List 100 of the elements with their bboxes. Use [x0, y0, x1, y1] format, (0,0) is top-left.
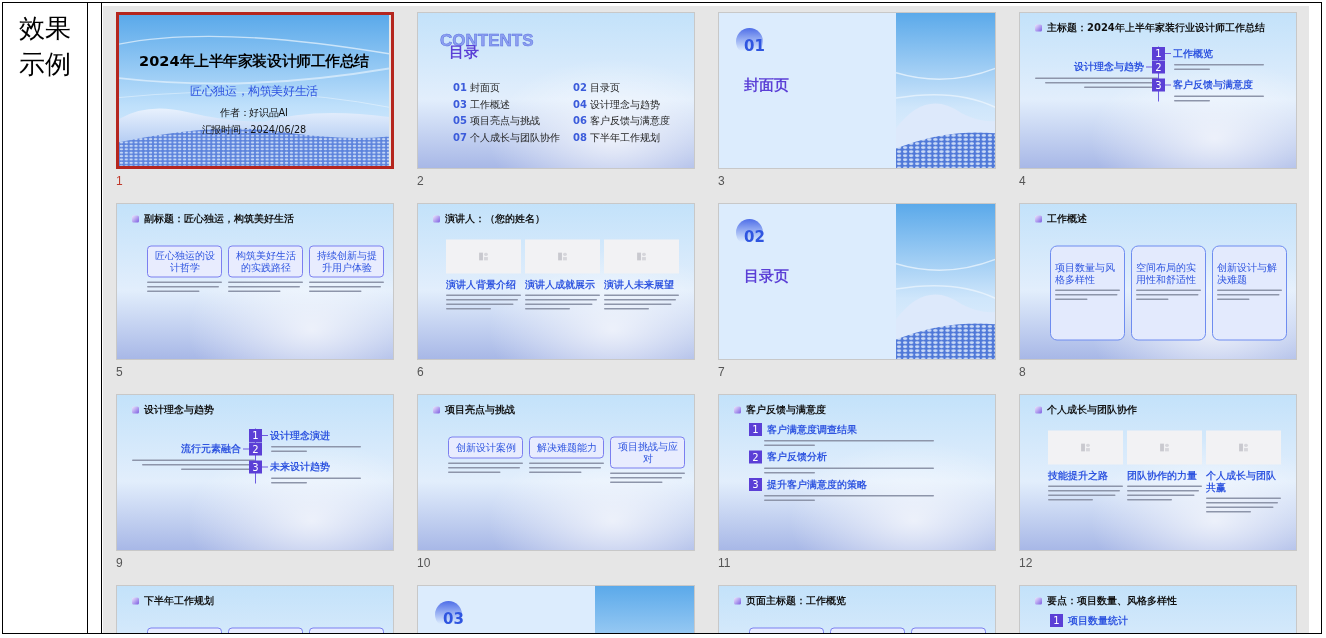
step-number: 1: [1152, 46, 1165, 60]
cube-icon: [433, 406, 440, 414]
slide-number: 12: [1019, 555, 1033, 571]
section-title: 目录页: [744, 265, 789, 286]
toc-entry: 07 个人成长与团队协作: [453, 130, 562, 144]
card-heading: 技能提升之路: [1048, 469, 1109, 482]
heading-card: 创新设计案例: [448, 436, 523, 459]
step-number: 3: [1152, 78, 1165, 92]
timeline-heading: 设计理念与趋势: [1074, 60, 1144, 74]
step-number: 2: [1152, 60, 1165, 74]
toc-entry: 08 下半年工作规划: [573, 130, 662, 144]
toc-entry: 03 工作概述: [453, 97, 512, 111]
slide-thumbnail[interactable]: 要点：项目数量、风格多样性 1 项目数量统计: [1019, 585, 1297, 633]
slide-subtitle: 匠心独运，构筑美好生活: [189, 83, 319, 99]
slide-thumbnail[interactable]: 副标题：匠心独运，构筑美好生活 匠心独运的设计哲学 构筑美好生活的实践路径 持续创新与提升用户体验: [116, 203, 394, 360]
slide-thumbnail[interactable]: 个人成长与团队协作 技能提升之路 团队协作的力量 个人成长与团队共赢: [1019, 394, 1297, 551]
slide-thumbnail[interactable]: 演讲人：（您的姓名） 演讲人背景介绍 演讲人成就展示 演讲人未来展望: [417, 203, 695, 360]
list-heading: 客户反馈分析: [767, 450, 827, 464]
card-heading: 创新设计与解决难题: [1217, 261, 1278, 286]
cube-icon: [734, 597, 741, 605]
card-heading: 演讲人背景介绍: [446, 278, 517, 291]
cube-icon: [1035, 406, 1042, 414]
slide-thumbnail[interactable]: 页面主标题：工作概览: [718, 585, 996, 633]
step-number: 1: [749, 422, 762, 436]
slide-number: 8: [1019, 364, 1026, 380]
image-placeholder-icon: [1080, 442, 1091, 453]
timeline-heading: 未来设计趋势: [270, 460, 330, 474]
timeline-heading: 工作概览: [1173, 46, 1213, 60]
slide-thumbnail[interactable]: 01 封面页: [718, 12, 996, 169]
cube-icon: [1035, 597, 1042, 605]
toc-entry: 06 客户反馈与满意度: [573, 114, 672, 128]
card-heading: 演讲人未来展望: [604, 278, 675, 291]
slide-number: 6: [417, 364, 424, 380]
slide-number: 4: [1019, 173, 1026, 189]
slide-number: 5: [116, 364, 123, 380]
toc-entry: 05 项目亮点与挑战: [453, 114, 542, 128]
slide-thumbnail[interactable]: 项目亮点与挑战 创新设计案例 解决难题能力 项目挑战与应对: [417, 394, 695, 551]
slide-title: 客户反馈与满意度: [746, 403, 826, 417]
image-placeholder-icon: [478, 251, 489, 262]
section-number: 01: [744, 37, 765, 55]
cube-icon: [1035, 24, 1042, 32]
toc-entry: 01 封面页: [453, 81, 502, 95]
cube-icon: [734, 406, 741, 414]
cube-icon: [433, 215, 440, 223]
slide-thumbnail[interactable]: 工作概述 项目数量与风格多样性 空间布局的实用性和舒适性 创新设计与解决难题: [1019, 203, 1297, 360]
slide-title: 要点：项目数量、风格多样性: [1047, 594, 1177, 608]
heading-card: 匠心独运的设计哲学: [147, 245, 222, 278]
heading-card: 构筑美好生活的实践路径: [228, 245, 303, 278]
cube-icon: [132, 597, 139, 605]
image-placeholder-icon: [1159, 442, 1170, 453]
heading-card: 项目挑战与应对: [610, 436, 685, 469]
slide-thumbnail[interactable]: 设计理念与趋势 流行元素融合 2 1 设计理念演进 3 未来设计趋势: [116, 394, 394, 551]
image-placeholder-icon: [557, 251, 568, 262]
slide-title: 设计理念与趋势: [144, 403, 214, 417]
slide-thumbnail[interactable]: 主标题：2024年上半年家装行业设计师工作总结 设计理念与趋势 2 1 工作概览 3 客户反馈与满意度: [1019, 12, 1297, 169]
card-heading: 项目数量与风格多样性: [1055, 261, 1116, 286]
card-heading: 演讲人成就展示: [525, 278, 596, 291]
card-heading: 团队协作的力量: [1127, 469, 1198, 482]
section-number: 03: [443, 610, 464, 628]
slide-title: 演讲人：（您的姓名）: [445, 212, 545, 226]
toc-entry: 04 设计理念与趋势: [573, 97, 662, 111]
heading-card: 持续创新与提升用户体验: [309, 245, 384, 278]
list-heading: 提升客户满意度的策略: [767, 477, 867, 491]
slide-number: 7: [718, 364, 725, 380]
slide-title: 副标题：匠心独运，构筑美好生活: [144, 212, 294, 226]
section-number: 02: [744, 228, 765, 246]
step-number: 3: [249, 460, 262, 474]
image-placeholder-icon: [1238, 442, 1249, 453]
slide-title: 个人成长与团队协作: [1047, 403, 1137, 417]
cube-icon: [132, 215, 139, 223]
slide-title: 主标题：2024年上半年家装行业设计师工作总结: [1047, 21, 1265, 35]
slide-thumbnail[interactable]: 03: [417, 585, 695, 633]
slide-number: 11: [718, 555, 731, 571]
timeline-heading: 流行元素融合: [181, 442, 241, 456]
slide-thumbnail[interactable]: 02 目录页: [718, 203, 996, 360]
slide-number: 1: [116, 173, 123, 189]
cube-icon: [1035, 215, 1042, 223]
toc-entry: 02 目录页: [573, 81, 622, 95]
slide-meta-text: 汇报时间：2024/06/28: [201, 122, 307, 136]
section-title: 封面页: [744, 74, 789, 95]
row-label: 效果示例: [19, 13, 71, 81]
list-heading: 客户满意度调查结果: [767, 422, 857, 436]
slide-thumbnail[interactable]: 2024年上半年家装设计师工作总结 匠心独运，构筑美好生活 作者：好识品AI 汇报时间：2024/06/28: [116, 12, 394, 169]
image-placeholder-icon: [636, 251, 647, 262]
step-number: 1: [1050, 613, 1063, 627]
slide-thumbnail[interactable]: 客户反馈与满意度 1 客户满意度调查结果 2 客户反馈分析 3 提升客户满意度的策略: [718, 394, 996, 551]
slide-title: 项目亮点与挑战: [445, 403, 515, 417]
slide-title: 工作概述: [1047, 212, 1087, 226]
cube-icon: [132, 406, 139, 414]
slide-number: 3: [718, 173, 725, 189]
timeline-heading: 客户反馈与满意度: [1173, 78, 1253, 92]
slide-number: 10: [417, 555, 431, 571]
slide-title: 下半年工作规划: [144, 594, 214, 608]
step-number: 2: [249, 442, 262, 456]
slide-thumbnail[interactable]: 下半年工作规划: [116, 585, 394, 633]
card-heading: 个人成长与团队共赢: [1206, 469, 1277, 494]
slide-number: 9: [116, 555, 123, 571]
slide-number: 2: [417, 173, 424, 189]
slide-title: 2024年上半年家装设计师工作总结: [139, 51, 369, 72]
heading-card: 解决难题能力: [529, 436, 604, 459]
